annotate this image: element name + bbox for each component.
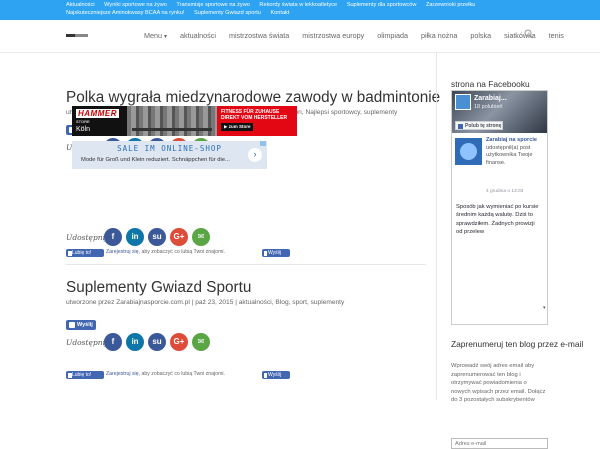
- scroll-down-icon[interactable]: ▾: [543, 305, 547, 315]
- nav-item-mistrzostwa-swiata[interactable]: mistrzostwa świata: [229, 31, 289, 40]
- fb-post: Zarabiaj na sporcie udostępnił(a) post u…: [452, 133, 547, 324]
- fb-send-button[interactable]: Wyślij: [66, 320, 96, 330]
- top-secondary-menu: Aktualności Wyniki sportowe na żywo Tran…: [0, 0, 600, 20]
- share-row: Udostępnij f in su G+ ✉: [66, 333, 226, 351]
- fb-like-button[interactable]: Lubię to!: [66, 249, 104, 257]
- post-title[interactable]: Suplementy Gwiazd Sportu: [66, 279, 251, 297]
- subscribe-title: Zaprenumeruj ten blog przez e-mail: [451, 339, 584, 349]
- share-row: Udostępnij f in su G+ ✉: [66, 228, 226, 246]
- top-menu-link[interactable]: Suplementy Gwiazd sportu: [194, 10, 261, 16]
- top-menu-link[interactable]: Aktualności: [66, 2, 95, 8]
- share-label: Udostępnij: [66, 338, 108, 347]
- main-nav: Menu ▾ aktualności mistrzostwa świata mi…: [144, 31, 575, 40]
- googleplus-share-icon[interactable]: G+: [170, 333, 188, 351]
- chevron-right-icon[interactable]: ›: [248, 148, 262, 162]
- post-title[interactable]: Polka wygrała miedzynarodowe zawody w ba…: [66, 89, 440, 107]
- nav-item-aktualnosci[interactable]: aktualności: [180, 31, 216, 40]
- nav-item-polska[interactable]: polska: [470, 31, 491, 40]
- search-icon[interactable]: [524, 29, 534, 39]
- fb-register-link[interactable]: Zarejestruj się: [106, 371, 139, 377]
- fb-widget-title: strona na Facebooku: [451, 79, 530, 89]
- fb-post-date[interactable]: 4 grudnia o 13:03: [486, 189, 523, 194]
- fb-like-row: Lubię to! Zarejestruj się, aby zobaczyć …: [66, 370, 290, 380]
- fb-like-row: Lubię to! Zarejestruj się, aby zobaczyć …: [66, 248, 290, 258]
- site-logo[interactable]: [66, 34, 88, 37]
- top-menu-link[interactable]: Rekordy świata w lekkoatletyce: [259, 2, 337, 8]
- post-divider: [66, 264, 426, 265]
- hammer-ad-photo-bar: [132, 128, 212, 131]
- fb-post-header-text: udostępnił(a) post użytkownika Twoje fin…: [486, 144, 533, 166]
- fb-register-link[interactable]: Zarejestruj się: [106, 249, 139, 255]
- nav-item-tenis[interactable]: tenis: [549, 31, 564, 40]
- fb-page-widget[interactable]: Zarabiaj... 18 polubień Polub tę stronę …: [451, 90, 548, 325]
- hammer-ad-photo: [127, 106, 217, 136]
- hammer-ad-headline: FITNESS FÜR ZUHAUSE DIREKT VOM HERSTELLE…: [221, 109, 288, 121]
- hammer-logo: HAMMER: [76, 109, 119, 118]
- sidebar: strona na Facebooku Zarabiaj... 18 polub…: [436, 52, 600, 449]
- linkedin-share-icon[interactable]: in: [126, 333, 144, 351]
- facebook-share-icon[interactable]: f: [104, 228, 122, 246]
- main-content: Polka wygrała miedzynarodowe zawody w ba…: [66, 52, 440, 400]
- top-menu-link[interactable]: Wyniki sportowe na żywo: [104, 2, 167, 8]
- fb-like-text: Zarejestruj się, aby zobaczyć co lubią T…: [106, 371, 225, 377]
- nav-item-olimpiada[interactable]: olimpiada: [377, 31, 408, 40]
- fb-like-text-rest: , aby zobaczyć co lubią Twoi znajomi.: [138, 249, 225, 255]
- fb-page-cover[interactable]: Zarabiaj... 18 polubień Polub tę stronę: [452, 91, 547, 133]
- top-menu-link[interactable]: Najskuteczniejsze Aminokwasy BCAA na ryn…: [66, 10, 184, 16]
- sale-ad-headline: SALE IM ONLINE-SHOP: [117, 144, 222, 153]
- share-label: Udostępnij: [66, 233, 108, 242]
- fb-page-avatar[interactable]: [455, 94, 471, 110]
- top-menu-row-2: Najskuteczniejsze Aminokwasy BCAA na ryn…: [66, 9, 600, 17]
- hammer-ad-brand: HAMMER STORE Köln: [72, 106, 127, 136]
- fb-post-author[interactable]: Zarabiaj na sporcie: [486, 137, 537, 143]
- hammer-ad-offer: FITNESS FÜR ZUHAUSE DIREKT VOM HERSTELLE…: [217, 106, 297, 136]
- top-menu-row-1: Aktualności Wyniki sportowe na żywo Tran…: [66, 1, 600, 9]
- nav-item-label: Menu: [144, 31, 162, 40]
- stumbleupon-share-icon[interactable]: su: [148, 228, 166, 246]
- email-share-icon[interactable]: ✉: [192, 333, 210, 351]
- site-header: Menu ▾ aktualności mistrzostwa świata mi…: [0, 20, 600, 52]
- fb-page-name[interactable]: Zarabiaj...: [474, 95, 507, 102]
- sale-ad-banner[interactable]: SALE IM ONLINE-SHOP Mode für Groß und Kl…: [72, 141, 267, 169]
- hammer-ad-banner[interactable]: HAMMER STORE Köln FITNESS FÜR ZUHAUSE DI…: [72, 106, 297, 136]
- fb-send-button[interactable]: Wyślij: [262, 371, 290, 379]
- fb-like-button[interactable]: Lubię to!: [66, 371, 104, 379]
- email-field[interactable]: [451, 438, 548, 449]
- subscribe-description: Wprowadź swój adres email aby zaprenumer…: [451, 363, 546, 404]
- top-menu-link[interactable]: Suplementy dla sportowców: [347, 2, 417, 8]
- top-menu-link[interactable]: Kontakt: [270, 10, 289, 16]
- nav-item-menu[interactable]: Menu ▾: [144, 31, 167, 40]
- sale-ad-body: Mode für Groß und Klein reduziert. Schnä…: [81, 157, 230, 163]
- fb-post-text: Sposób jak wymieniać po kursie średnim k…: [456, 204, 539, 236]
- top-menu-link[interactable]: Zarzewnioki przełku: [426, 2, 475, 8]
- fb-like-text-rest: , aby zobaczyć co lubią Twoi znajomi.: [138, 371, 225, 377]
- email-share-icon[interactable]: ✉: [192, 228, 210, 246]
- linkedin-share-icon[interactable]: in: [126, 228, 144, 246]
- fb-page-count: 18 polubień: [474, 104, 503, 110]
- fb-like-page-button[interactable]: Polub tę stronę: [455, 121, 503, 130]
- post-meta: utworzone przez Zarabiajnasporcie.com.pl…: [66, 299, 345, 306]
- chevron-down-icon: ▾: [163, 34, 167, 40]
- fb-post-avatar[interactable]: [455, 138, 482, 165]
- fb-post-header: Zarabiaj na sporcie udostępnił(a) post u…: [486, 137, 546, 167]
- googleplus-share-icon[interactable]: G+: [170, 228, 188, 246]
- hammer-ad-city: Köln: [76, 126, 91, 133]
- stumbleupon-share-icon[interactable]: su: [148, 333, 166, 351]
- hammer-ad-store: STORE: [76, 119, 90, 124]
- fb-send-button[interactable]: Wyślij: [262, 249, 290, 257]
- hammer-ad-cta[interactable]: ▶ zum Store: [221, 123, 254, 131]
- facebook-share-icon[interactable]: f: [104, 333, 122, 351]
- nav-item-mistrzostwa-europy[interactable]: mistrzostwa europy: [302, 31, 364, 40]
- nav-item-pilka-nozna[interactable]: piłka nożna: [421, 31, 457, 40]
- top-menu-link[interactable]: Transmisje sportowe na żywo: [176, 2, 249, 8]
- fb-like-text: Zarejestruj się, aby zobaczyć co lubią T…: [106, 249, 225, 255]
